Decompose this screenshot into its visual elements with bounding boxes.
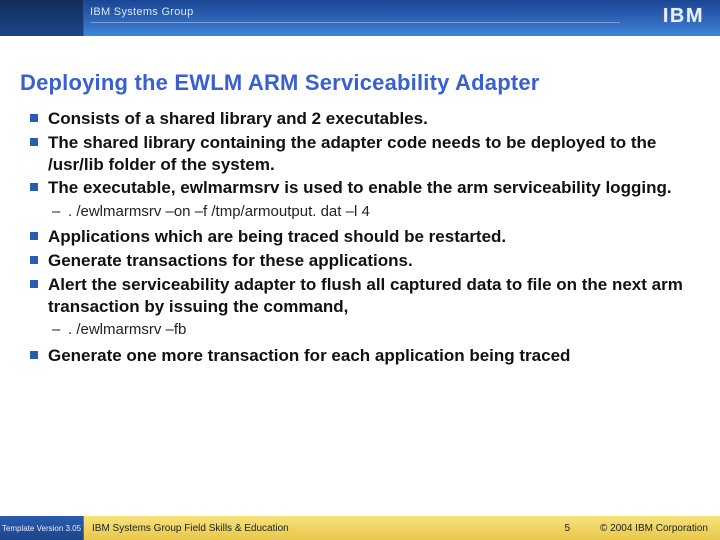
bullet-item: Applications which are being traced shou…	[30, 226, 690, 248]
header-group-label: IBM Systems Group	[90, 6, 194, 18]
bullet-item: The executable, ewlmarmsrv is used to en…	[30, 177, 690, 222]
footer-template-version: Template Version 3.05	[0, 516, 84, 540]
footer-branch: IBM Systems Group Field Skills & Educati…	[84, 523, 289, 534]
sub-item: . /ewlmarmsrv –fb	[48, 320, 690, 340]
footer-copyright: © 2004 IBM Corporation	[600, 523, 708, 534]
sub-list: . /ewlmarmsrv –on –f /tmp/armoutput. dat…	[48, 202, 690, 222]
footer: Template Version 3.05 IBM Systems Group …	[0, 516, 720, 540]
sub-text: . /ewlmarmsrv –on –f /tmp/armoutput. dat…	[68, 203, 370, 220]
bullet-list: Consists of a shared library and 2 execu…	[30, 108, 690, 366]
bullet-item: Generate transactions for these applicat…	[30, 250, 690, 272]
sub-text: . /ewlmarmsrv –fb	[68, 321, 186, 338]
ibm-logo: IBM	[663, 5, 704, 28]
bullet-text: Generate transactions for these applicat…	[48, 251, 413, 270]
bullet-text: Alert the serviceability adapter to flus…	[48, 275, 683, 316]
bullet-item: Generate one more transaction for each a…	[30, 345, 690, 367]
bullet-text: The shared library containing the adapte…	[48, 133, 656, 174]
sub-list: . /ewlmarmsrv –fb	[48, 320, 690, 340]
header-accent-block	[0, 0, 84, 36]
sub-item: . /ewlmarmsrv –on –f /tmp/armoutput. dat…	[48, 202, 690, 222]
bullet-item: Alert the serviceability adapter to flus…	[30, 274, 690, 341]
slide-title: Deploying the EWLM ARM Serviceability Ad…	[20, 70, 540, 96]
bullet-text: Generate one more transaction for each a…	[48, 346, 570, 365]
slide: IBM Systems Group IBM Deploying the EWLM…	[0, 0, 720, 540]
header-bar: IBM Systems Group IBM	[0, 0, 720, 36]
bullet-item: Consists of a shared library and 2 execu…	[30, 108, 690, 130]
bullet-text: The executable, ewlmarmsrv is used to en…	[48, 178, 672, 197]
slide-body: Consists of a shared library and 2 execu…	[30, 108, 690, 368]
header-underline	[90, 22, 620, 23]
bullet-item: The shared library containing the adapte…	[30, 132, 690, 176]
footer-page-number: 5	[564, 523, 570, 534]
footer-bar: IBM Systems Group Field Skills & Educati…	[84, 516, 720, 540]
bullet-text: Applications which are being traced shou…	[48, 227, 506, 246]
bullet-text: Consists of a shared library and 2 execu…	[48, 109, 428, 128]
